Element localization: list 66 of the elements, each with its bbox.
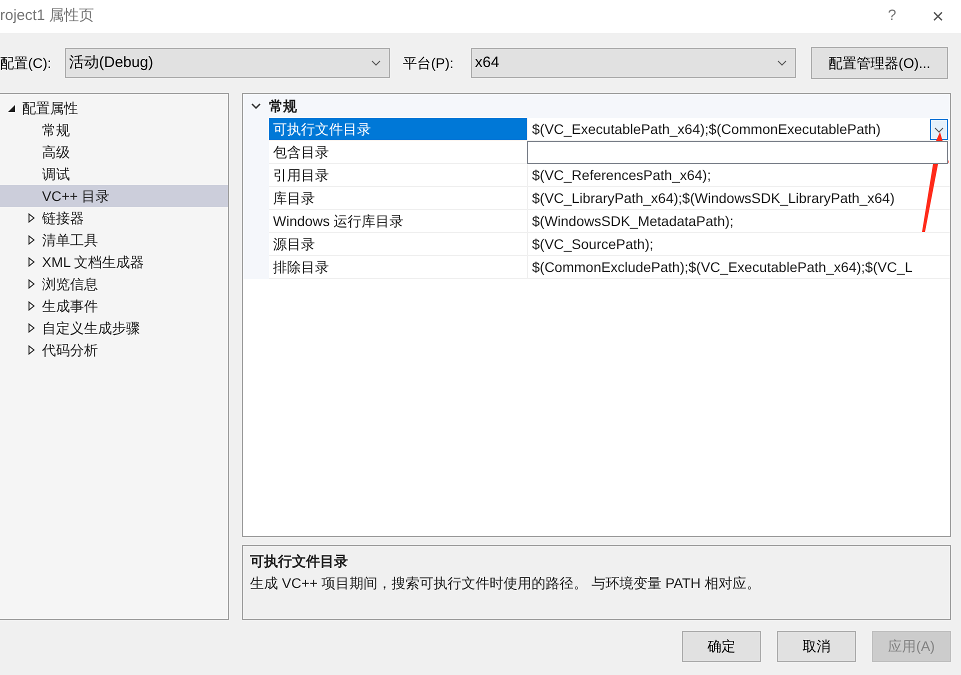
expanded-triangle-icon[interactable] — [6, 104, 16, 112]
tree-item-label: 高级 — [42, 142, 70, 162]
chevron-down-icon — [934, 126, 944, 132]
dropdown-toggle[interactable] — [930, 119, 948, 140]
tree-item[interactable]: 配置属性 — [0, 97, 228, 119]
tree-item-label: 生成事件 — [42, 296, 98, 316]
tree-item[interactable]: 清单工具 — [0, 229, 228, 251]
dropdown-value: x64 — [475, 52, 500, 73]
chevron-down-icon — [777, 60, 787, 66]
collapsed-triangle-icon[interactable] — [28, 235, 34, 245]
tree-item[interactable]: XML 文档生成器 — [0, 251, 228, 273]
tree-item-label: 代码分析 — [42, 340, 98, 360]
description-text: 生成 VC++ 项目期间，搜索可执行文件时使用的路径。 与环境变量 PATH 相对应。 — [250, 574, 762, 593]
property-name[interactable]: 引用目录 — [269, 164, 528, 187]
property-name[interactable]: 排除目录 — [269, 256, 528, 279]
property-value[interactable]: $(VC_SourcePath); — [532, 234, 654, 254]
close-button[interactable]: × — [915, 2, 961, 32]
tree-item[interactable]: 代码分析 — [0, 339, 228, 361]
property-name[interactable]: 源目录 — [269, 233, 528, 256]
config-label: 配置(C): — [0, 54, 52, 73]
collapsed-triangle-icon[interactable] — [28, 279, 34, 289]
configuration-manager-button[interactable]: 配置管理器(O)... — [811, 47, 948, 79]
chevron-down-icon[interactable] — [251, 103, 261, 109]
property-name[interactable]: 包含目录 — [269, 141, 528, 164]
tree-item-label: 常规 — [42, 120, 70, 140]
property-name[interactable]: 可执行文件目录 — [269, 118, 528, 141]
tree-item-label: 调试 — [42, 164, 70, 184]
tree-item[interactable]: 常规 — [0, 119, 228, 141]
tree-item-label: VC++ 目录 — [42, 186, 110, 206]
collapsed-triangle-icon[interactable] — [28, 213, 34, 223]
tree-item[interactable]: 链接器 — [0, 207, 228, 229]
tree-item-label: 配置属性 — [22, 98, 78, 118]
property-name[interactable]: 库目录 — [269, 187, 528, 210]
tree-item[interactable]: 生成事件 — [0, 295, 228, 317]
dropdown[interactable]: x64 — [471, 48, 796, 78]
property-value[interactable]: $(CommonExcludePath);$(VC_ExecutablePath_x64);$(VC_L — [532, 256, 913, 278]
tree-item[interactable]: 高级 — [0, 141, 228, 163]
dropdown-value: 活动(Debug) — [69, 52, 154, 73]
dropdown[interactable]: 活动(Debug) — [65, 48, 390, 78]
tree-item-label: 浏览信息 — [42, 274, 98, 294]
tree-item[interactable]: 调试 — [0, 163, 228, 185]
dropdown-popup[interactable] — [527, 141, 948, 164]
property-value[interactable]: $(VC_ReferencesPath_x64); — [532, 164, 711, 186]
tree-item-label: 自定义生成步骤 — [42, 318, 140, 338]
property-value[interactable]: $(VC_LibraryPath_x64);$(WindowsSDK_LibraryPath_x64) — [532, 188, 895, 208]
tree-item-label: 清单工具 — [42, 230, 98, 250]
description-title: 可执行文件目录 — [250, 552, 349, 571]
property-name[interactable]: Windows 运行库目录 — [269, 210, 528, 233]
dialog-button[interactable]: 确定 — [682, 631, 761, 662]
dialog-button[interactable]: 取消 — [777, 631, 856, 662]
collapsed-triangle-icon[interactable] — [28, 301, 34, 311]
tree-item[interactable]: VC++ 目录 — [0, 185, 228, 207]
tree-item[interactable]: 自定义生成步骤 — [0, 317, 228, 339]
tree-item[interactable]: 浏览信息 — [0, 273, 228, 295]
tree-item-label: 链接器 — [42, 208, 84, 228]
property-value[interactable]: $(VC_ExecutablePath_x64);$(CommonExecutablePath) — [532, 118, 881, 140]
tree-item-label: XML 文档生成器 — [42, 252, 144, 272]
collapsed-triangle-icon[interactable] — [28, 257, 34, 267]
collapsed-triangle-icon[interactable] — [28, 345, 34, 355]
chevron-down-icon — [371, 60, 381, 66]
help-button[interactable]: ? — [869, 5, 915, 28]
property-value[interactable]: $(WindowsSDK_MetadataPath); — [532, 210, 734, 232]
platform-label: 平台(P): — [403, 54, 455, 73]
window-title: roject1 属性页 — [0, 6, 94, 26]
collapsed-triangle-icon[interactable] — [28, 323, 34, 333]
category-header: 常规 — [269, 96, 297, 116]
